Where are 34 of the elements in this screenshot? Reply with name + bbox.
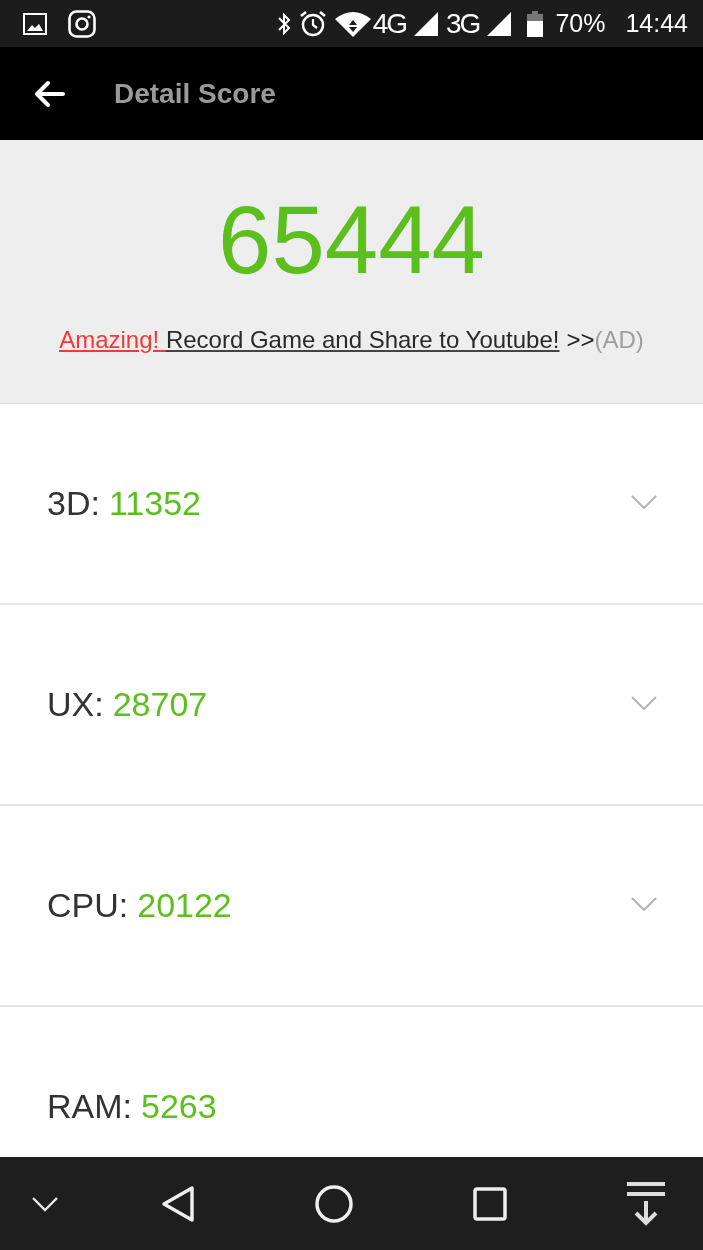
- back-arrow-icon[interactable]: [33, 79, 65, 108]
- wifi-icon: [334, 10, 371, 37]
- score-value: 20122: [137, 886, 232, 925]
- score-row[interactable]: CPU: 20122: [0, 806, 703, 1007]
- back-icon[interactable]: [161, 1184, 195, 1223]
- score-label: RAM:: [47, 1087, 132, 1126]
- score-label: UX:: [47, 685, 104, 724]
- image-icon: [23, 12, 47, 35]
- alarm-clock-icon: [298, 9, 327, 38]
- battery-percent-text: 70%: [555, 9, 606, 38]
- recent-apps-icon[interactable]: [473, 1186, 507, 1221]
- score-label: CPU:: [47, 886, 129, 925]
- lines-down-arrow-icon[interactable]: [627, 1181, 665, 1226]
- score-label: 3D:: [47, 484, 100, 523]
- clock-time: 14:44: [625, 9, 688, 38]
- more-arrows-text: >>: [566, 325, 595, 355]
- page-title: Detail Score: [114, 77, 276, 110]
- network-type-text: 3G: [446, 7, 480, 40]
- home-icon[interactable]: [315, 1184, 353, 1223]
- battery-icon: [527, 10, 544, 37]
- score-value: 5263: [141, 1087, 217, 1126]
- score-row[interactable]: UX: 28707: [0, 605, 703, 806]
- signal-icon: [414, 11, 439, 36]
- ad-link[interactable]: Amazing! Record Game and Share to Youtube!: [59, 325, 560, 355]
- collapse-chevron-icon[interactable]: [31, 1195, 59, 1212]
- score-value: 11352: [108, 484, 201, 523]
- score-value: 28707: [112, 685, 208, 724]
- signal-icon: [487, 11, 512, 36]
- bluetooth-icon: [276, 11, 291, 36]
- network-type-text: 4G: [372, 7, 407, 40]
- score-row[interactable]: 3D: 11352: [0, 404, 703, 605]
- total-score: 65444: [218, 185, 485, 295]
- ad-label: (AD): [594, 325, 644, 355]
- camera-icon: [68, 9, 96, 38]
